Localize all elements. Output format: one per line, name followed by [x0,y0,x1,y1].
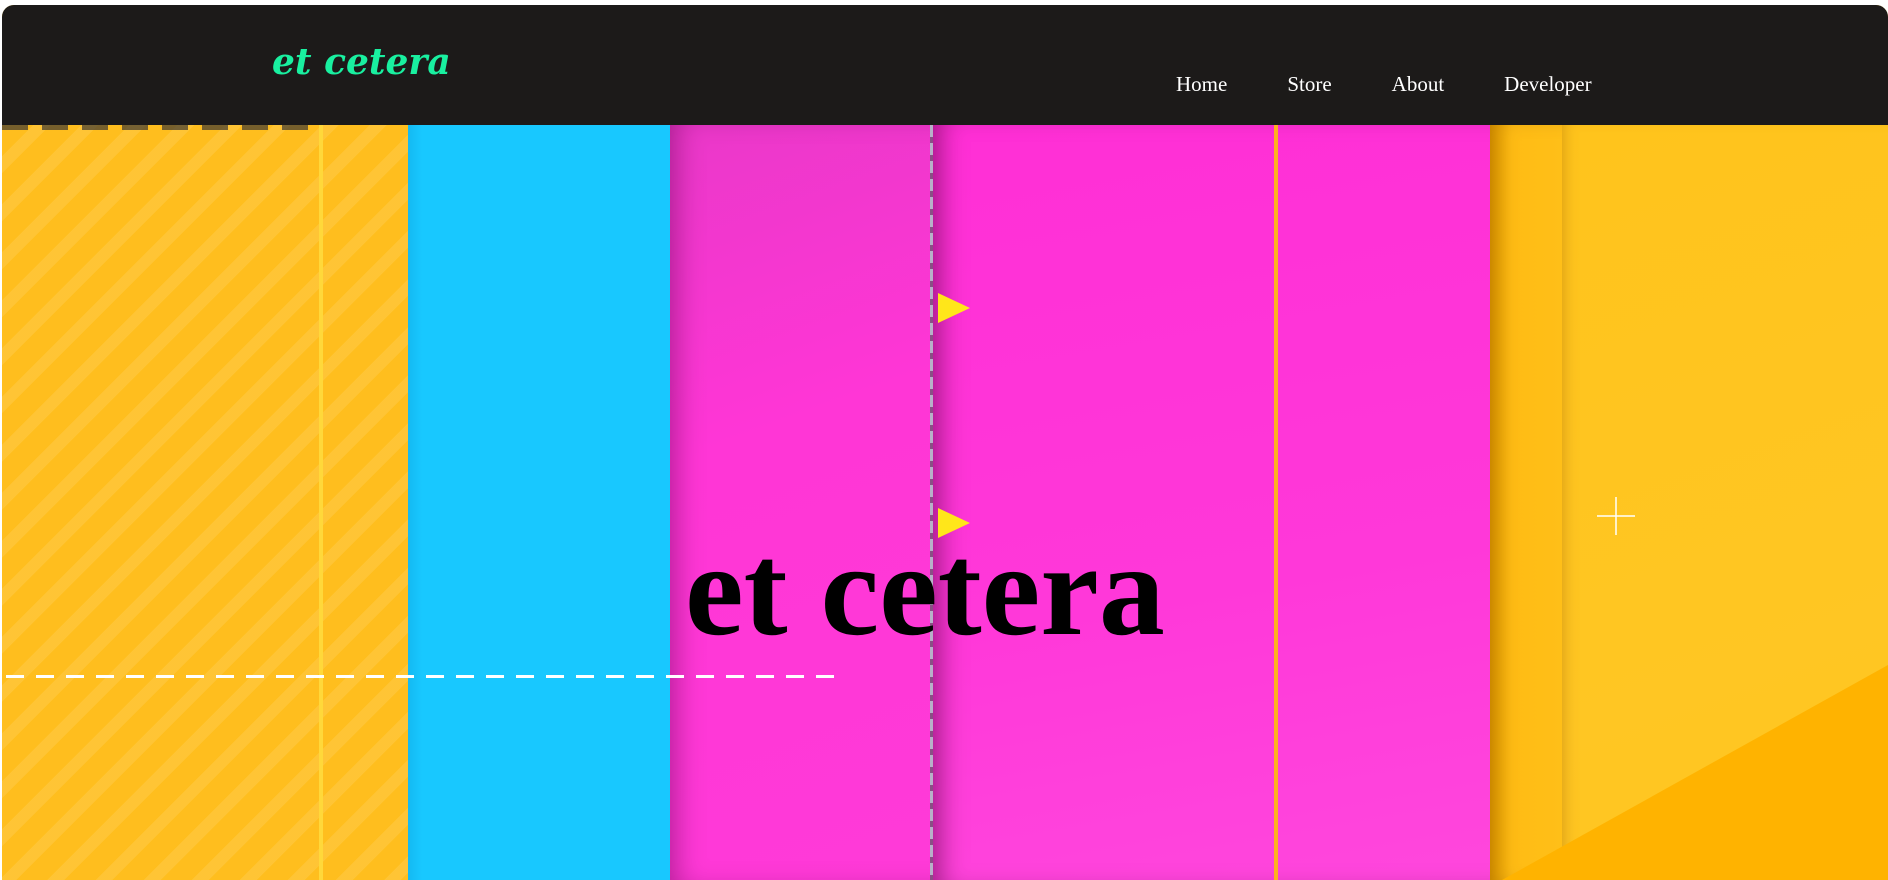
page: et cetera et cetera Home Store About Dev… [0,0,1888,880]
hero-vertical-line-yellow [319,125,323,880]
browser-viewport: et cetera et cetera Home Store About Dev… [2,5,1888,880]
site-logo[interactable]: et cetera [272,40,451,84]
hero-band-cyan [408,125,670,880]
hero-band-yellow-striped [2,125,408,880]
hero-vertical-line-orange [1274,125,1278,880]
hero-band-magenta-left [670,125,932,880]
nav-link-home[interactable]: Home [1176,72,1227,97]
nav-link-about[interactable]: About [1392,72,1445,97]
hero-vertical-dashed-line [930,125,933,880]
hero-band-orange [1490,125,1562,880]
hero-banner: et cetera [2,125,1888,880]
hero-horizontal-dashed-line [6,675,838,678]
hero-band-magenta-right [932,125,1490,880]
hero-title: et cetera [685,516,1165,663]
main-nav: Home Store About Developer [1176,69,1592,99]
play-triangle-icon [938,293,970,323]
nav-link-developer[interactable]: Developer [1504,72,1591,97]
nav-link-store[interactable]: Store [1287,72,1331,97]
plus-icon [1597,497,1635,535]
site-header: et cetera Home Store About Developer [2,5,1888,125]
